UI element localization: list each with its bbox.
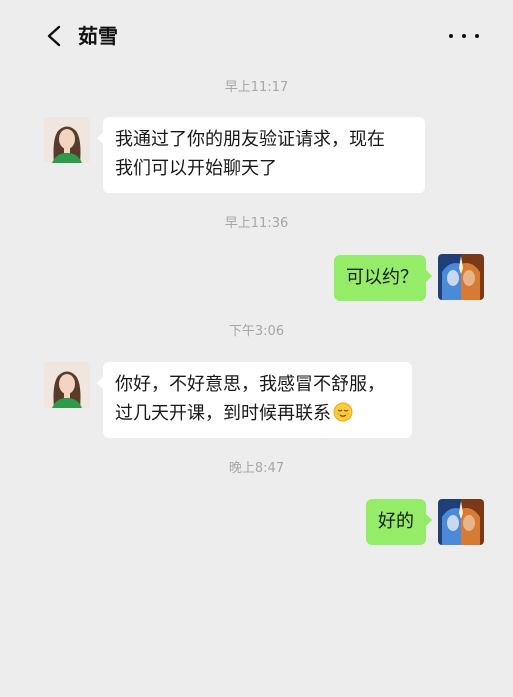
message-bubble-incoming[interactable]: 我通过了你的朋友验证请求，现在 我们可以开始聊天了 (97, 117, 425, 193)
bubble-tail (426, 514, 432, 526)
game-character-avatar-icon (438, 499, 484, 545)
self-avatar[interactable] (438, 499, 484, 545)
woman-avatar-icon (44, 117, 90, 163)
message-text-line: 我们可以开始聊天了 (115, 158, 277, 179)
message-text-line: 你好，不好意思，我感冒不舒服， (115, 374, 385, 395)
message-timestamp: 早上11:36 (224, 216, 289, 231)
relieved-face-emoji-icon (333, 402, 353, 422)
more-dots-icon[interactable] (449, 24, 479, 48)
message-timestamp: 晚上8:47 (228, 461, 285, 476)
game-character-avatar-icon (438, 254, 484, 300)
message-bubble-outgoing[interactable]: 好的 (366, 499, 432, 545)
message-bubble-outgoing[interactable]: 可以约？ (334, 255, 432, 301)
contact-avatar[interactable] (44, 117, 90, 163)
woman-avatar-icon (44, 362, 90, 408)
message-text-line-with-emoji: 过几天开课，到时候再联系 (115, 399, 398, 428)
self-avatar[interactable] (438, 254, 484, 300)
message-text: 过几天开课，到时候再联系 (115, 403, 331, 424)
chat-header: 茹雪 (0, 0, 513, 70)
message-text-line: 我通过了你的朋友验证请求，现在 (115, 129, 385, 150)
contact-avatar[interactable] (44, 362, 90, 408)
chevron-left-icon[interactable] (44, 24, 66, 48)
message-text-line: 好的 (378, 511, 414, 532)
message-text-line: 可以约？ (346, 267, 418, 288)
contact-name: 茹雪 (78, 24, 118, 48)
bubble-tail (97, 377, 103, 389)
message-bubble-incoming[interactable]: 你好，不好意思，我感冒不舒服， 过几天开课，到时候再联系 (97, 362, 412, 438)
bubble-tail (426, 270, 432, 282)
message-timestamp: 早上11:17 (224, 80, 289, 95)
bubble-tail (97, 132, 103, 144)
message-timestamp: 下午3:06 (228, 324, 285, 339)
